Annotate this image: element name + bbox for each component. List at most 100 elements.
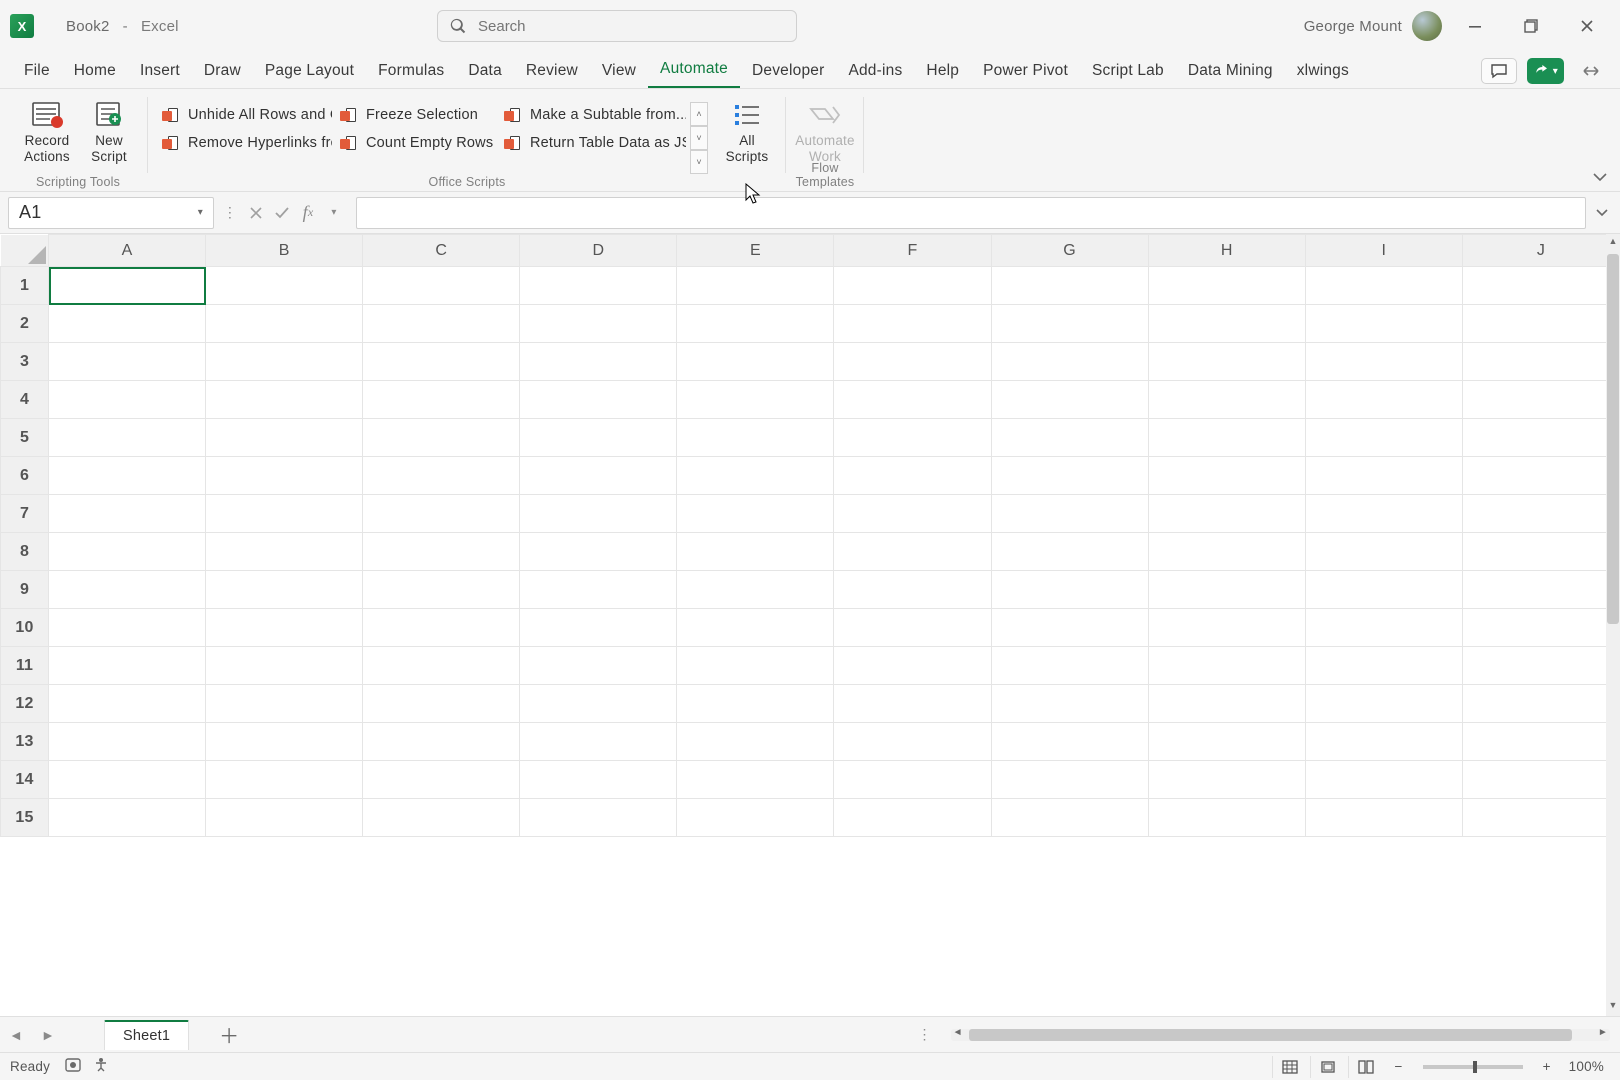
- cell[interactable]: [520, 457, 677, 495]
- cell[interactable]: [834, 495, 991, 533]
- zoom-in-button[interactable]: +: [1535, 1059, 1559, 1074]
- collapse-ribbon-button[interactable]: [1592, 171, 1608, 185]
- cell[interactable]: [834, 305, 991, 343]
- tab-home[interactable]: Home: [62, 56, 128, 88]
- cell[interactable]: [1305, 381, 1462, 419]
- column-header[interactable]: E: [677, 235, 834, 267]
- cell[interactable]: [206, 647, 363, 685]
- cell[interactable]: [991, 457, 1148, 495]
- cell[interactable]: [520, 761, 677, 799]
- tab-power-pivot[interactable]: Power Pivot: [971, 56, 1080, 88]
- cell[interactable]: [363, 419, 520, 457]
- row-header[interactable]: 11: [1, 647, 49, 685]
- minimize-button[interactable]: [1452, 10, 1498, 42]
- cell[interactable]: [520, 495, 677, 533]
- cell[interactable]: [363, 457, 520, 495]
- cell[interactable]: [49, 381, 206, 419]
- cell[interactable]: [49, 267, 206, 305]
- cell[interactable]: [363, 495, 520, 533]
- maximize-button[interactable]: [1508, 10, 1554, 42]
- cell[interactable]: [1305, 571, 1462, 609]
- scroll-down-button[interactable]: ▼: [1606, 1000, 1620, 1014]
- cell[interactable]: [1462, 723, 1619, 761]
- gallery-down-button[interactable]: ˅: [690, 126, 708, 150]
- cell[interactable]: [1148, 267, 1305, 305]
- cell[interactable]: [520, 419, 677, 457]
- cell[interactable]: [520, 533, 677, 571]
- cell[interactable]: [677, 495, 834, 533]
- cell[interactable]: [520, 267, 677, 305]
- cell[interactable]: [991, 647, 1148, 685]
- cell[interactable]: [1148, 419, 1305, 457]
- share-button[interactable]: ▾: [1527, 58, 1564, 84]
- row-header[interactable]: 15: [1, 799, 49, 837]
- cell[interactable]: [1305, 343, 1462, 381]
- gallery-more-button[interactable]: ˅: [690, 150, 708, 174]
- cell[interactable]: [991, 419, 1148, 457]
- cell[interactable]: [677, 609, 834, 647]
- prev-sheet-button[interactable]: ◄: [0, 1027, 32, 1043]
- cell[interactable]: [991, 723, 1148, 761]
- cell[interactable]: [363, 381, 520, 419]
- cell[interactable]: [991, 343, 1148, 381]
- cell[interactable]: [1305, 685, 1462, 723]
- cell[interactable]: [677, 419, 834, 457]
- row-header[interactable]: 14: [1, 761, 49, 799]
- column-header[interactable]: J: [1462, 235, 1619, 267]
- cell[interactable]: [677, 761, 834, 799]
- cell[interactable]: [1462, 457, 1619, 495]
- new-script-button[interactable]: New Script: [78, 95, 140, 164]
- cell[interactable]: [834, 647, 991, 685]
- cell[interactable]: [677, 685, 834, 723]
- zoom-value[interactable]: 100%: [1563, 1059, 1610, 1074]
- row-header[interactable]: 3: [1, 343, 49, 381]
- record-actions-button[interactable]: Record Actions: [16, 95, 78, 164]
- gallery-up-button[interactable]: ˄: [690, 102, 708, 126]
- script-gallery-item[interactable]: Remove Hyperlinks fro...: [158, 129, 332, 157]
- cell[interactable]: [677, 799, 834, 837]
- cell[interactable]: [677, 381, 834, 419]
- cell[interactable]: [363, 761, 520, 799]
- cell[interactable]: [1462, 647, 1619, 685]
- cell[interactable]: [206, 685, 363, 723]
- account-button[interactable]: George Mount: [1304, 11, 1442, 41]
- cell[interactable]: [49, 685, 206, 723]
- cell[interactable]: [1148, 647, 1305, 685]
- scroll-right-button[interactable]: ►: [1598, 1027, 1608, 1038]
- mode-switch-button[interactable]: [1574, 58, 1608, 84]
- tab-review[interactable]: Review: [514, 56, 590, 88]
- row-header[interactable]: 5: [1, 419, 49, 457]
- row-header[interactable]: 4: [1, 381, 49, 419]
- next-sheet-button[interactable]: ►: [32, 1027, 64, 1043]
- cell[interactable]: [206, 457, 363, 495]
- cell[interactable]: [1148, 609, 1305, 647]
- cell[interactable]: [991, 305, 1148, 343]
- cell[interactable]: [834, 419, 991, 457]
- cell[interactable]: [1462, 419, 1619, 457]
- close-button[interactable]: [1564, 10, 1610, 42]
- cell[interactable]: [834, 609, 991, 647]
- page-break-view-button[interactable]: [1348, 1056, 1382, 1078]
- scroll-left-button[interactable]: ◄: [953, 1027, 963, 1038]
- cell[interactable]: [49, 723, 206, 761]
- cell[interactable]: [834, 381, 991, 419]
- cell[interactable]: [1148, 343, 1305, 381]
- cell[interactable]: [206, 609, 363, 647]
- cell[interactable]: [49, 419, 206, 457]
- column-header[interactable]: I: [1305, 235, 1462, 267]
- cell[interactable]: [49, 495, 206, 533]
- cell[interactable]: [49, 609, 206, 647]
- cell[interactable]: [1305, 609, 1462, 647]
- cell[interactable]: [834, 723, 991, 761]
- sheet-tab[interactable]: Sheet1: [104, 1020, 189, 1050]
- cell[interactable]: [834, 457, 991, 495]
- cell[interactable]: [834, 685, 991, 723]
- cell[interactable]: [520, 609, 677, 647]
- cell[interactable]: [363, 685, 520, 723]
- accessibility-icon[interactable]: [92, 1057, 110, 1076]
- formula-options-icon[interactable]: ⋮: [220, 197, 240, 229]
- tab-script-lab[interactable]: Script Lab: [1080, 56, 1176, 88]
- cell[interactable]: [206, 571, 363, 609]
- cell[interactable]: [834, 343, 991, 381]
- cell[interactable]: [1462, 799, 1619, 837]
